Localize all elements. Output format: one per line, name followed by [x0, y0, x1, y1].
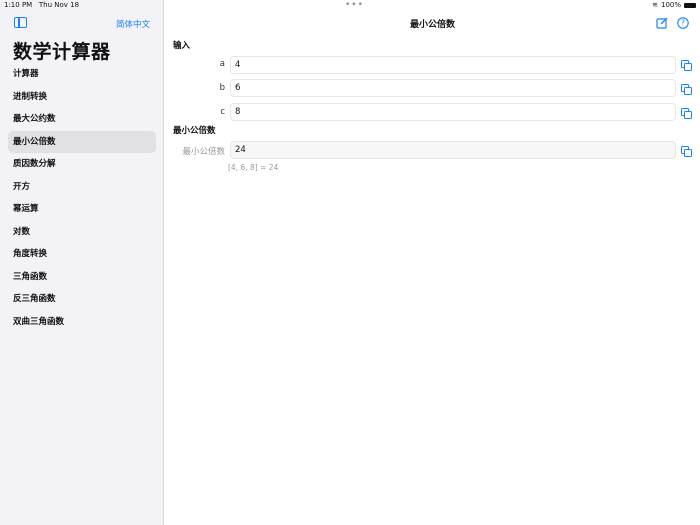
svg-text:?: ?	[681, 19, 685, 28]
input-a[interactable]: 4	[230, 56, 676, 74]
sidebar-item-lcm[interactable]: 最小公倍数	[8, 130, 156, 153]
sidebar-item-power[interactable]: 幂运算	[8, 198, 156, 221]
result-field[interactable]: 24	[230, 141, 676, 159]
input-b[interactable]: 6	[230, 79, 676, 97]
battery-icon	[684, 2, 696, 8]
question-icon[interactable]: ?	[677, 17, 689, 29]
sidebar-toggle-icon[interactable]	[14, 17, 27, 28]
input-label-a: a	[219, 59, 225, 69]
input-label-b: b	[219, 83, 225, 93]
input-c[interactable]: 8	[230, 103, 676, 121]
status-right: ≋ 100%	[652, 1, 696, 9]
page-title: 最小公倍数	[410, 20, 456, 30]
status-time: 1:10 PM Thu Nov 18	[4, 1, 80, 9]
sidebar-item-hyperbolic[interactable]: 双曲三角函数	[8, 311, 156, 334]
sidebar-item-trig[interactable]: 三角函数	[8, 266, 156, 289]
wifi-icon: ≋	[652, 1, 658, 9]
sidebar: 1:10 PM Thu Nov 18 简体中文 数学计算器 计算器 进制转换 最…	[0, 0, 164, 525]
sidebar-item-root[interactable]: 开方	[8, 176, 156, 199]
sidebar-item-angle[interactable]: 角度转换	[8, 243, 156, 266]
sidebar-nav: 计算器 进制转换 最大公约数 最小公倍数 质因数分解 开方 幂运算 对数 角度转…	[8, 63, 156, 333]
copy-icon[interactable]	[680, 59, 692, 71]
result-formula: [4, 6, 8] = 24	[228, 163, 279, 172]
copy-icon[interactable]	[680, 145, 692, 157]
sidebar-item-factorization[interactable]: 质因数分解	[8, 153, 156, 176]
sidebar-item-gcd[interactable]: 最大公约数	[8, 108, 156, 131]
sidebar-item-log[interactable]: 对数	[8, 221, 156, 244]
result-section-header: 最小公倍数	[173, 126, 216, 136]
copy-icon[interactable]	[680, 107, 692, 119]
input-section-header: 输入	[173, 41, 191, 51]
copy-icon[interactable]	[680, 83, 692, 95]
battery-level: 100%	[660, 1, 681, 9]
input-label-c: c	[220, 107, 225, 117]
main-panel: ••• ≋ 100% 最小公倍数 ? 输入 a 4 b 6 c 8 最小公倍数 …	[165, 0, 700, 525]
multitasking-dots[interactable]: •••	[345, 0, 364, 10]
compose-icon[interactable]	[656, 17, 668, 29]
sidebar-item-base-conversion[interactable]: 进制转换	[8, 86, 156, 109]
app-title: 数学计算器	[13, 41, 111, 63]
sidebar-item-inverse-trig[interactable]: 反三角函数	[8, 288, 156, 311]
sidebar-item-calculator[interactable]: 计算器	[8, 63, 156, 86]
result-label: 最小公倍数	[182, 147, 225, 157]
language-button[interactable]: 简体中文	[116, 18, 150, 30]
